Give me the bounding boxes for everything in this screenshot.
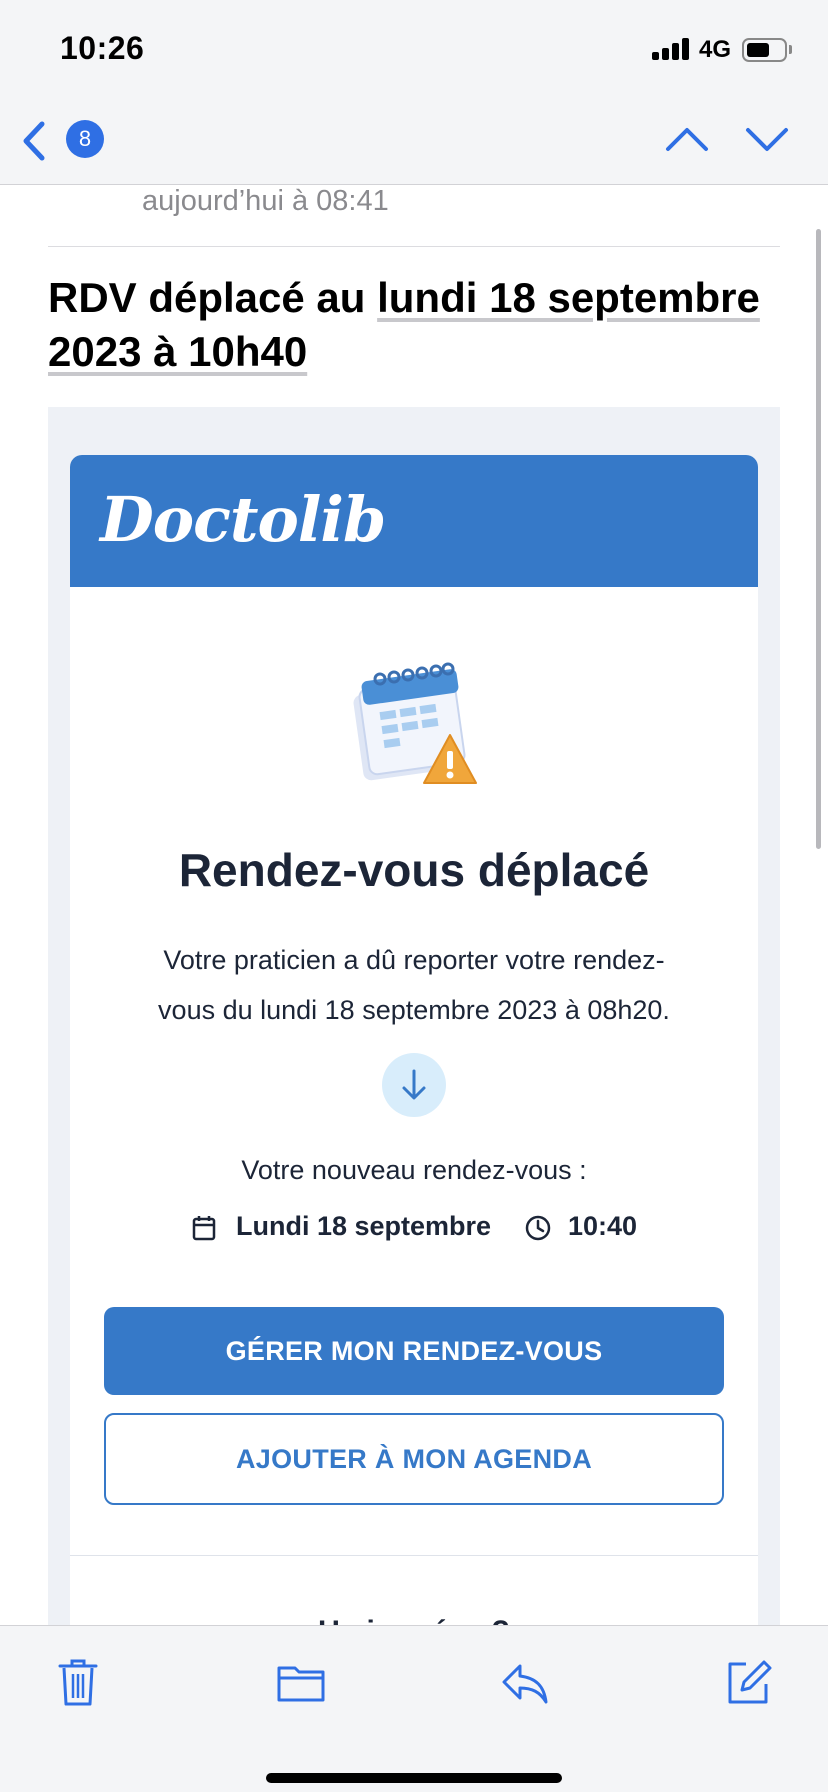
folder-icon[interactable] [275,1656,327,1708]
add-to-calendar-button[interactable]: AJOUTER À MON AGENDA [104,1413,724,1505]
email-date: aujourd’hui à 08:41 [142,185,389,217]
email-subject: RDV déplacé au lundi 18 septembre 2023 à… [48,271,788,379]
doctolib-card: Doctolib Rendez-vous déplacé Votre prati… [70,455,758,1625]
home-indicator [266,1773,562,1783]
next-message-button[interactable] [742,114,792,164]
signal-icon [652,38,690,60]
arrow-down-icon [402,1069,426,1100]
card-divider [70,1555,758,1556]
new-appointment-label: Votre nouveau rendez-vous : [241,1155,587,1185]
unread-count-badge: 8 [66,120,104,158]
header-divider [48,246,780,247]
card-title: Rendez-vous déplacé [178,844,650,896]
calendar-icon [192,1216,216,1241]
status-bar: 10:26 4G [0,0,828,100]
previous-message-button[interactable] [662,114,712,164]
back-chevron-icon [23,121,45,161]
navigation-bar: 8 [0,100,828,185]
new-appointment-date: Lundi 18 septembre [236,1211,492,1241]
compose-icon[interactable] [722,1656,774,1708]
email-content[interactable]: aujourd’hui à 08:41 RDV déplacé au lundi… [0,185,828,1625]
new-appointment-row: Lundi 18 septembre 10:40 [70,1207,758,1247]
back-button[interactable]: 8 [20,116,110,166]
chevron-down-icon [746,128,788,151]
new-appointment-time: 10:40 [568,1211,638,1241]
manage-appointment-button[interactable]: GÉRER MON RENDEZ-VOUS [104,1307,724,1395]
email-body: Doctolib Rendez-vous déplacé Votre prati… [48,407,780,1625]
battery-icon [742,38,787,62]
calendar-warning-icon [353,662,477,784]
subject-prefix: RDV déplacé au [48,274,378,321]
card-header: Doctolib [70,455,758,587]
bottom-toolbar [0,1625,828,1792]
status-time: 10:26 [60,30,145,66]
doctolib-logo: Doctolib [100,483,386,556]
scroll-indicator [816,229,821,849]
card-description: Votre praticien a dû reporter votre rend… [158,945,670,1025]
network-type: 4G [699,36,732,63]
unforeseen-heading: Un imprévu ? [70,1615,758,1625]
arrow-down-badge [382,1053,446,1117]
trash-icon[interactable] [52,1656,104,1708]
clock-icon [525,1215,551,1241]
chevron-up-icon [666,128,708,151]
reply-icon[interactable] [498,1656,550,1708]
